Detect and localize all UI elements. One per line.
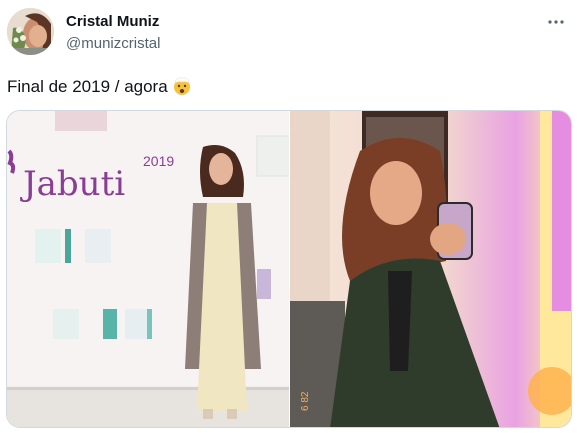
exploding-head-emoji xyxy=(172,76,192,103)
author-handle[interactable]: @munizcristal xyxy=(66,34,160,53)
photo-timestamp: 6 82 xyxy=(300,391,311,411)
jabuti-banner-text: Jabuti xyxy=(20,164,125,204)
author-avatar[interactable] xyxy=(7,8,54,55)
more-options-button[interactable] xyxy=(544,12,568,32)
tweet-text: Final de 2019 / agora xyxy=(7,75,192,103)
tweet-media-grid[interactable]: Jabuti 2019 6 82 xyxy=(6,110,572,428)
more-dots-icon xyxy=(548,20,564,24)
photo-mirror-selfie[interactable]: 6 82 xyxy=(290,111,571,427)
tweet-text-content: Final de 2019 / agora xyxy=(7,77,168,96)
author-name[interactable]: Cristal Muniz xyxy=(66,12,159,31)
jabuti-banner-year: 2019 xyxy=(143,153,174,169)
photo-jabuti-2019[interactable]: Jabuti 2019 xyxy=(7,111,289,427)
